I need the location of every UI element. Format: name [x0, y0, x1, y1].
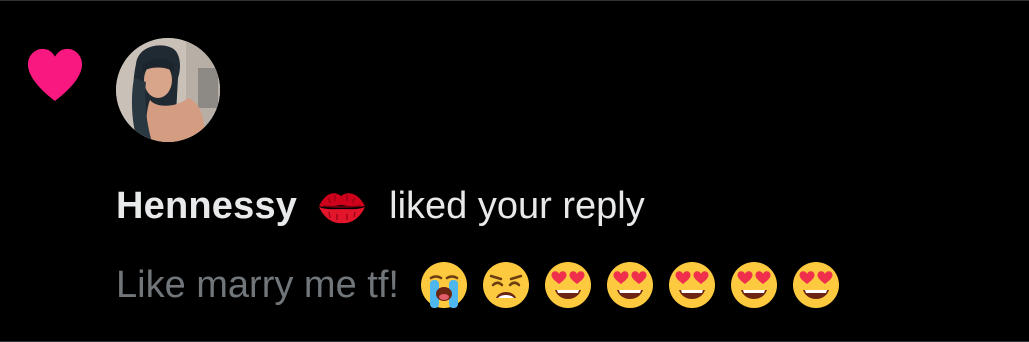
heart-eyes-face-icon [544, 262, 591, 308]
heart-eyes-face-icon [668, 262, 715, 308]
heart-icon [27, 48, 83, 102]
kiss-mark-icon [319, 193, 366, 224]
notification-text: Hennessy liked your reply [116, 181, 645, 231]
like-notification[interactable]: Hennessy liked your reply Like marry me … [0, 0, 1029, 342]
heart-eyes-face-icon [730, 262, 777, 308]
loudly-crying-face-icon [420, 262, 467, 308]
avatar[interactable] [116, 38, 220, 142]
reply-text: Like marry me tf! [116, 263, 399, 306]
heart-eyes-face-icon [792, 262, 839, 308]
weary-face-icon [482, 262, 529, 308]
reply-preview[interactable]: Like marry me tf! [116, 257, 853, 313]
heart-eyes-face-icon [606, 262, 653, 308]
action-text: liked your reply [389, 184, 645, 227]
user-name[interactable]: Hennessy [116, 185, 297, 228]
